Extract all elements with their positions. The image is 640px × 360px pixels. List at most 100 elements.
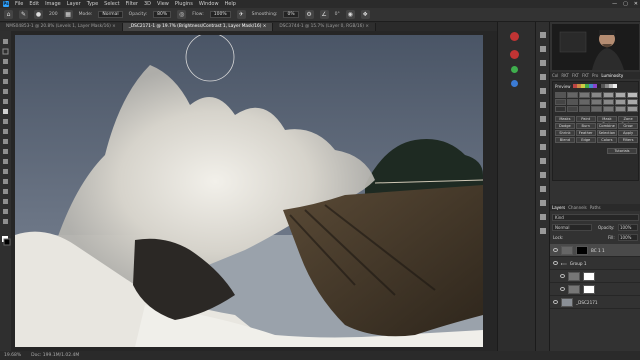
dodge-button[interactable]: Dodge (555, 123, 575, 129)
globe-icon[interactable] (511, 80, 518, 87)
layer-row[interactable] (550, 270, 640, 283)
lum-btn[interactable] (603, 99, 614, 105)
paint-button[interactable]: Paint (575, 116, 596, 122)
lum-btn[interactable] (555, 92, 566, 98)
menu-select[interactable]: Select (104, 1, 119, 7)
airbrush-icon[interactable]: ✈ (236, 10, 246, 19)
panel-tab-luminosity[interactable]: Luminosity (601, 73, 623, 78)
blend-button[interactable]: Blend (555, 137, 575, 143)
lum-btn[interactable] (555, 99, 566, 105)
edge-button[interactable]: Edge (575, 137, 596, 143)
play-icon[interactable] (510, 50, 519, 59)
document-tab[interactable]: DSC3744-1 @ 15.7% (Layer 0, RGB/16) × (273, 23, 376, 31)
opacity-field[interactable]: 80% (153, 11, 172, 18)
document-tab[interactable]: NMS04853-1 @ 20.8% (Levels 1, Layer Mask… (0, 23, 123, 31)
symmetry-icon[interactable]: ❖ (360, 10, 370, 19)
smoothing-options-icon[interactable]: ⚙ (304, 10, 314, 19)
fill-field[interactable]: 100% (618, 234, 638, 241)
menu-filter[interactable]: Filter (126, 1, 138, 7)
lum-btn[interactable] (579, 92, 590, 98)
smoothing-field[interactable]: 0% (283, 11, 299, 18)
selection-button[interactable]: Selection (596, 130, 618, 136)
lum-btn[interactable] (627, 106, 638, 112)
lum-btn[interactable] (627, 99, 638, 105)
menu-plugins[interactable]: Plugins (175, 1, 193, 7)
visibility-eye-icon[interactable] (560, 274, 565, 278)
visibility-eye-icon[interactable] (553, 248, 558, 252)
filter-kind-select[interactable]: Kind (552, 214, 639, 221)
record-icon[interactable] (510, 32, 519, 41)
minimize-icon[interactable]: — (612, 1, 617, 7)
layer-row[interactable]: BC 1 1 (550, 244, 640, 257)
layer-row-background[interactable]: _DSC2171 (550, 296, 640, 309)
panel-tab[interactable]: FKT (582, 73, 589, 78)
preview-label[interactable]: Preview (555, 84, 571, 89)
angle-icon[interactable]: ∠ (319, 10, 329, 19)
lum-btn[interactable] (615, 106, 626, 112)
layer-opacity-field[interactable]: 100% (618, 224, 638, 231)
menu-edit[interactable]: Edit (29, 1, 39, 7)
document-image-wave-crashing-on-rocks[interactable] (15, 35, 483, 347)
lum-btn[interactable] (567, 92, 578, 98)
brush-preset-icon[interactable]: ● (34, 10, 43, 19)
blend-mode-select[interactable]: Normal (552, 224, 592, 231)
layer-row-group[interactable]: ▸▭ Group 1 (550, 257, 640, 270)
visibility-eye-icon[interactable] (553, 300, 558, 304)
layer-mask-thumbnail[interactable] (583, 284, 595, 294)
layer-name[interactable]: _DSC2171 (576, 300, 598, 305)
layer-name[interactable]: BC 1 1 (591, 248, 605, 253)
menu-image[interactable]: Image (45, 1, 61, 7)
mask-tools-button[interactable]: Mask Tools (596, 116, 618, 126)
angle-value[interactable]: 0° (335, 12, 340, 17)
close-icon[interactable]: ✕ (634, 1, 638, 7)
lum-btn[interactable] (579, 99, 590, 105)
document-tab-active[interactable]: _DSC2171-1 @ 19.7% (Brightness/Contrast … (122, 23, 274, 31)
mode-select[interactable]: Normal (98, 11, 123, 18)
lum-btn[interactable] (591, 106, 602, 112)
zoom-level[interactable]: 19.68% (4, 353, 21, 358)
pressure-opacity-icon[interactable]: ◎ (177, 10, 187, 19)
grow-button[interactable]: Grow (618, 123, 638, 129)
lum-btn[interactable] (567, 99, 578, 105)
lum-btn[interactable] (615, 99, 626, 105)
brush-tool-icon[interactable]: ✎ (19, 10, 28, 19)
flow-field[interactable]: 100% (209, 11, 231, 18)
tab-paths[interactable]: Paths (590, 205, 601, 210)
lum-btn[interactable] (579, 106, 590, 112)
menu-3d[interactable]: 3D (144, 1, 151, 7)
lum-btn[interactable] (627, 92, 638, 98)
lum-btn[interactable] (591, 99, 602, 105)
panel-tab[interactable]: Col (552, 73, 558, 78)
tab-layers[interactable]: Layers (552, 205, 565, 210)
layer-mask-thumbnail[interactable] (583, 271, 595, 281)
lum-btn[interactable] (555, 106, 566, 112)
pressure-size-icon[interactable]: ◉ (345, 10, 355, 19)
lum-btn[interactable] (591, 92, 602, 98)
zone-swatches[interactable] (573, 84, 637, 89)
visibility-eye-icon[interactable] (560, 287, 565, 291)
menu-window[interactable]: Window (199, 1, 219, 7)
burn-button[interactable]: Burn (575, 123, 596, 129)
lum-btn[interactable] (615, 92, 626, 98)
home-icon[interactable]: ⌂ (4, 10, 13, 19)
tutorials-button[interactable]: Tutorials (607, 148, 637, 154)
colors-button[interactable]: Colors (596, 137, 618, 143)
feather-button[interactable]: Feather (575, 130, 596, 136)
filters-button[interactable]: Filters (618, 137, 638, 143)
menu-type[interactable]: Type (87, 1, 98, 7)
photoshop-logo-icon[interactable]: Ps (3, 1, 9, 7)
brush-settings-icon[interactable]: ▦ (63, 10, 73, 19)
zone-system-button[interactable]: Zone System (618, 116, 638, 126)
panel-tab[interactable]: Pro (592, 73, 598, 78)
menu-help[interactable]: Help (225, 1, 236, 7)
menu-view[interactable]: View (157, 1, 169, 7)
visibility-eye-icon[interactable] (553, 261, 558, 265)
maximize-icon[interactable]: ▢ (623, 1, 628, 7)
shrink-button[interactable]: Shrink (555, 130, 575, 136)
apply-button[interactable]: Apply (618, 130, 638, 136)
layer-name[interactable]: Group 1 (570, 261, 587, 266)
tab-channels[interactable]: Channels (568, 205, 587, 210)
layer-mask-thumbnail[interactable] (576, 245, 588, 255)
panel-tab[interactable]: FKT (572, 73, 579, 78)
masks-button[interactable]: Masks (555, 116, 575, 122)
